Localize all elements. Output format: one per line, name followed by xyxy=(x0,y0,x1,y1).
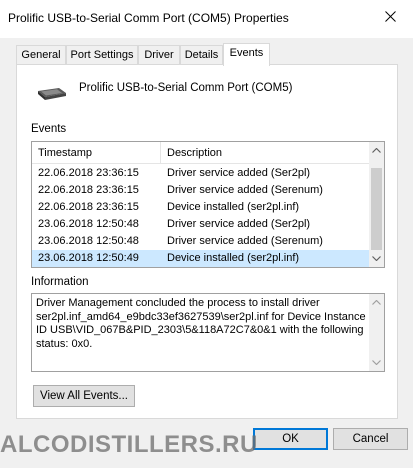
tab-general[interactable]: General xyxy=(16,45,66,65)
event-row[interactable]: 23.06.2018 12:50:48 Driver service added… xyxy=(32,233,371,250)
information-label: Information xyxy=(31,276,89,288)
event-description: Driver service added (Serenum) xyxy=(167,184,323,196)
chevron-down-icon xyxy=(372,256,381,261)
tab-port-settings[interactable]: Port Settings xyxy=(66,45,138,65)
close-button[interactable] xyxy=(367,0,413,32)
chevron-down-icon xyxy=(372,360,381,365)
close-icon xyxy=(384,10,396,22)
scroll-up-button[interactable] xyxy=(369,142,384,159)
events-scrollbar[interactable] xyxy=(369,142,384,267)
event-description: Driver service added (Ser2pl) xyxy=(167,218,311,230)
events-list-header: Timestamp Description xyxy=(32,142,371,164)
event-timestamp: 22.06.2018 23:36:15 xyxy=(38,184,139,196)
event-row-selected[interactable]: 23.06.2018 12:50:49 Device installed (se… xyxy=(32,250,371,267)
event-description: Device installed (ser2pl.inf) xyxy=(167,252,300,264)
scroll-up-button[interactable] xyxy=(369,294,384,311)
tab-events[interactable]: Events xyxy=(223,43,270,66)
information-scrollbar[interactable] xyxy=(369,294,384,371)
usb-serial-port-icon xyxy=(38,88,66,100)
tab-driver[interactable]: Driver xyxy=(138,45,180,65)
event-row[interactable]: 23.06.2018 12:50:48 Driver service added… xyxy=(32,216,371,233)
chevron-up-icon xyxy=(372,148,381,153)
title-bar: Prolific USB-to-Serial Comm Port (COM5) … xyxy=(0,0,413,38)
tab-details[interactable]: Details xyxy=(180,45,223,65)
events-tab-panel: Prolific USB-to-Serial Comm Port (COM5) … xyxy=(16,64,398,419)
information-text: Driver Management concluded the process … xyxy=(36,297,366,350)
event-description: Driver service added (Serenum) xyxy=(167,235,323,247)
event-row[interactable]: 22.06.2018 23:36:15 Driver service added… xyxy=(32,182,371,199)
chevron-up-icon xyxy=(372,300,381,305)
column-header-timestamp[interactable]: Timestamp xyxy=(38,147,92,159)
event-row[interactable]: 22.06.2018 23:36:15 Driver service added… xyxy=(32,165,371,182)
events-label: Events xyxy=(31,123,67,135)
event-timestamp: 22.06.2018 23:36:15 xyxy=(38,167,139,179)
event-timestamp: 23.06.2018 12:50:48 xyxy=(38,218,139,230)
event-description: Driver service added (Ser2pl) xyxy=(167,167,311,179)
cancel-button[interactable]: Cancel xyxy=(333,428,408,450)
events-list[interactable]: Timestamp Description 22.06.2018 23:36:1… xyxy=(31,141,385,268)
scrollbar-thumb[interactable] xyxy=(371,168,382,250)
event-timestamp: 23.06.2018 12:50:49 xyxy=(38,252,139,264)
window-title: Prolific USB-to-Serial Comm Port (COM5) … xyxy=(8,11,289,25)
watermark: ALCODISTILLERS.RU xyxy=(0,431,258,458)
information-textbox[interactable]: Driver Management concluded the process … xyxy=(31,293,385,372)
scroll-down-button[interactable] xyxy=(369,250,384,267)
event-description: Device installed (ser2pl.inf) xyxy=(167,201,300,213)
scroll-down-button[interactable] xyxy=(369,354,384,371)
event-timestamp: 23.06.2018 12:50:48 xyxy=(38,235,139,247)
column-header-description[interactable]: Description xyxy=(167,147,222,159)
view-all-events-button[interactable]: View All Events... xyxy=(33,385,135,407)
ok-button[interactable]: OK xyxy=(253,428,328,450)
event-timestamp: 22.06.2018 23:36:15 xyxy=(38,201,139,213)
event-row[interactable]: 22.06.2018 23:36:15 Device installed (se… xyxy=(32,199,371,216)
device-name: Prolific USB-to-Serial Comm Port (COM5) xyxy=(79,82,293,94)
